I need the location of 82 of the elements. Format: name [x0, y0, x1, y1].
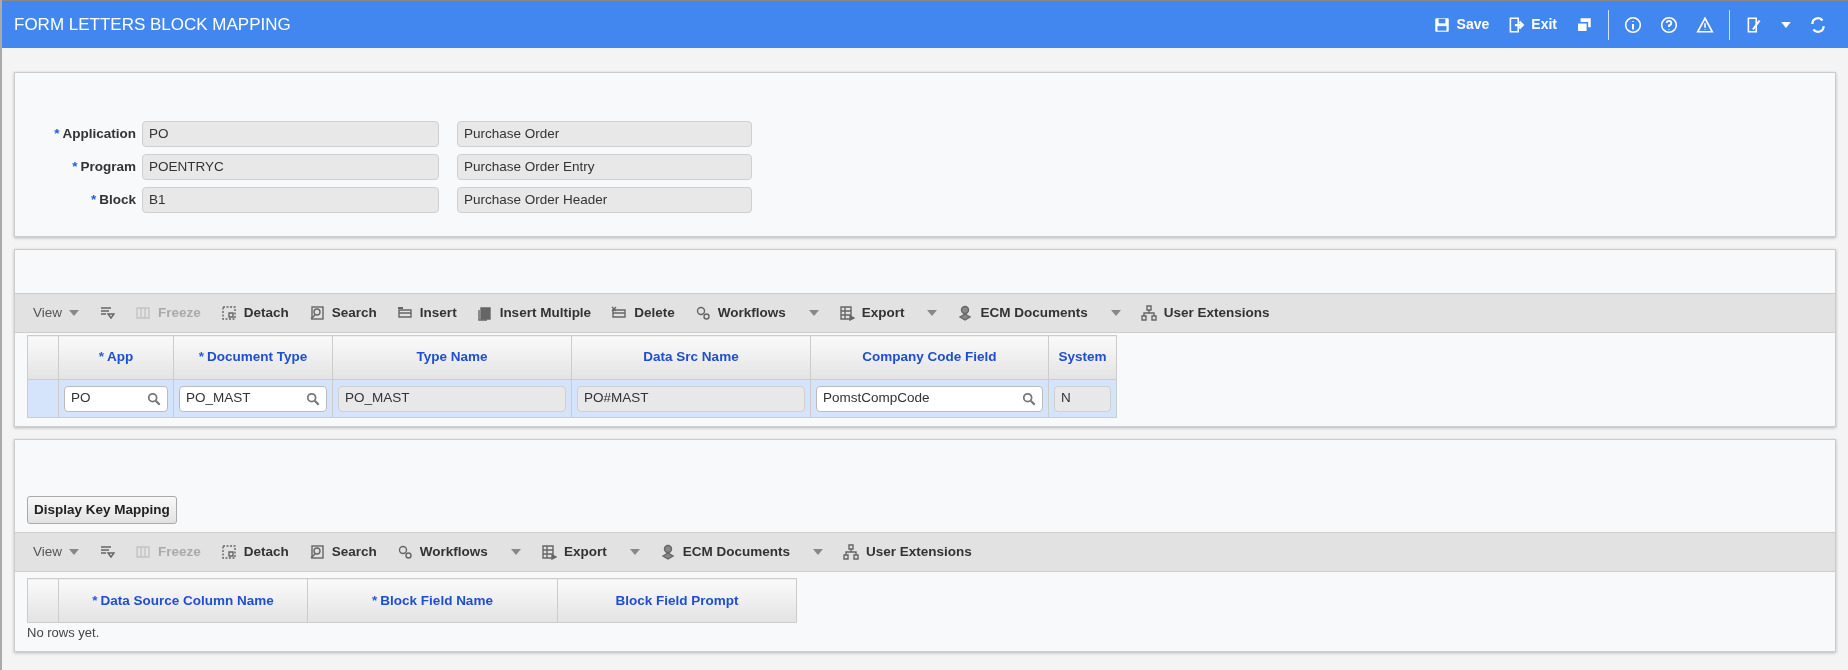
hierarchy-icon	[1140, 305, 1157, 321]
readonly-field: POENTRYC	[142, 154, 439, 180]
freeze-button: Freeze	[125, 538, 211, 567]
display-key-mapping-button[interactable]: Display Key Mapping	[27, 496, 177, 525]
refresh-icon	[1809, 15, 1827, 34]
gears-button[interactable]: Workflows	[386, 538, 531, 567]
caret-icon	[69, 549, 80, 556]
columns-icon	[135, 305, 152, 321]
column-header: * Block Field Name	[307, 578, 558, 623]
stacked-pages-icon	[476, 305, 493, 321]
row-insert-icon	[396, 305, 413, 321]
view-menu-button[interactable]: View	[23, 298, 90, 328]
description-field: Purchase Order Entry	[457, 154, 752, 180]
search-button[interactable]: Search	[298, 538, 387, 567]
search-button[interactable]: Search	[298, 298, 387, 328]
column-header: System	[1048, 335, 1117, 380]
gears-button[interactable]: Workflows	[684, 298, 829, 328]
description-field: Purchase Order Header	[457, 187, 752, 213]
caret-icon	[629, 549, 640, 556]
hierarchy-button[interactable]: User Extensions	[832, 538, 982, 567]
search-icon	[306, 391, 320, 406]
table-arrow-icon	[838, 305, 855, 321]
export-button[interactable]: Export	[828, 298, 948, 328]
caret-icon	[510, 549, 521, 556]
warning-icon	[1696, 15, 1714, 34]
caret-icon	[927, 310, 938, 316]
filter-list-icon	[99, 544, 116, 561]
multiple-button[interactable]: Insert Multiple	[466, 298, 602, 328]
export-button[interactable]: Export	[530, 538, 650, 567]
column-header: Block Field Prompt	[557, 578, 797, 623]
exit-button[interactable]: Exit	[1498, 10, 1566, 39]
search-icon	[147, 391, 161, 406]
help-icon	[1660, 15, 1678, 34]
lookup-field[interactable]: PO	[64, 385, 168, 412]
readonly-field: B1	[142, 187, 439, 213]
detach-button[interactable]: Detach	[210, 298, 299, 328]
magnifier-page-icon	[308, 544, 325, 561]
column-header: * Document Type	[173, 335, 333, 380]
documents-button[interactable]: ECM Documents	[947, 298, 1131, 328]
pencil-page-icon	[1745, 15, 1763, 34]
caret-icon	[1110, 310, 1121, 316]
caret-icon	[69, 310, 80, 316]
search-icon	[1022, 391, 1036, 406]
field-label: * Block	[89, 190, 136, 209]
readonly-field: N	[1054, 385, 1111, 412]
column-header: Data Src Name	[571, 335, 811, 380]
field-label: * Program	[71, 157, 136, 176]
hierarchy-button[interactable]: User Extensions	[1130, 298, 1280, 328]
column-header: Company Code Field	[810, 335, 1049, 380]
description-field: Purchase Order	[457, 121, 752, 147]
columns-icon	[135, 544, 152, 561]
readonly-field: PO	[142, 121, 439, 147]
view-menu-button[interactable]: View	[23, 538, 90, 567]
table-arrow-icon	[540, 544, 557, 561]
empty-message: No rows yet.	[27, 624, 101, 643]
field-label: * Application	[53, 124, 136, 143]
freeze-button: Freeze	[125, 298, 211, 328]
filter-list-icon	[99, 305, 116, 321]
lookup-field[interactable]: PO_MAST	[179, 385, 327, 412]
stacked-windows-icon	[1575, 15, 1593, 34]
magnifier-page-icon	[308, 305, 325, 321]
caret-icon	[1781, 21, 1791, 28]
door-arrow-icon	[1507, 15, 1526, 34]
insert-button[interactable]: Insert	[386, 298, 467, 328]
readonly-field: PO_MAST	[338, 385, 566, 412]
documents-button[interactable]: ECM Documents	[649, 538, 833, 567]
delete-button[interactable]: Delete	[601, 298, 685, 328]
caret-icon	[808, 310, 819, 316]
caret-icon	[812, 549, 823, 556]
info-icon	[1624, 15, 1642, 34]
lookup-field[interactable]: PomstCompCode	[816, 385, 1043, 412]
save-button[interactable]: Save	[1423, 10, 1499, 39]
column-header: Type Name	[332, 335, 572, 380]
dashed-window-icon	[220, 544, 237, 561]
row-delete-icon	[611, 305, 628, 321]
window-title: FORM LETTERS BLOCK MAPPING	[14, 13, 291, 36]
readonly-field: PO#MAST	[577, 385, 805, 412]
hierarchy-icon	[842, 544, 859, 561]
detach-button[interactable]: Detach	[210, 538, 299, 567]
column-header: * Data Source Column Name	[58, 578, 308, 623]
dashed-window-icon	[220, 305, 237, 321]
column-header: * App	[58, 335, 174, 380]
